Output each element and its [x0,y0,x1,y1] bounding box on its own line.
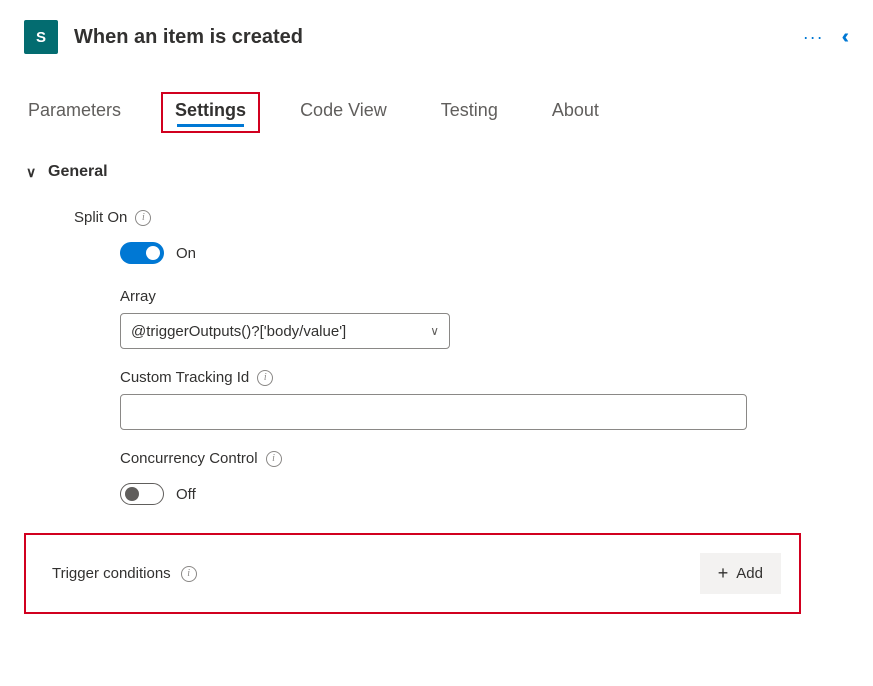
add-trigger-condition-button[interactable]: + Add [700,553,781,594]
card-title: When an item is created [74,26,803,49]
plus-icon: + [718,563,729,584]
chevron-down-icon: ∨ [430,324,439,338]
array-label: Array [120,288,156,305]
array-select[interactable]: @triggerOutputs()?['body/value'] ∨ [120,313,450,349]
general-section-header[interactable]: ∨ General [24,151,849,193]
info-icon[interactable]: i [181,566,197,582]
card-header: S When an item is created ··· ‹‹ [0,0,873,64]
tab-bar: Parameters Settings Code View Testing Ab… [0,64,873,133]
concurrency-label: Concurrency Control [120,450,258,467]
custom-tracking-input[interactable] [120,394,747,430]
general-title: General [48,163,108,181]
add-button-label: Add [736,565,763,582]
split-on-label: Split On [74,209,127,226]
tab-code-view[interactable]: Code View [286,92,401,133]
split-on-label-row: Split On i [74,199,849,234]
tab-parameters[interactable]: Parameters [14,92,135,133]
info-icon[interactable]: i [135,210,151,226]
chevron-down-icon: ∨ [26,164,40,181]
split-on-toggle[interactable] [120,242,164,264]
tab-settings[interactable]: Settings [161,92,260,133]
tab-testing[interactable]: Testing [427,92,512,133]
array-value: @triggerOutputs()?['body/value'] [131,323,346,340]
trigger-conditions-row: Trigger conditions i + Add [24,533,801,614]
more-icon[interactable]: ··· [803,28,824,46]
info-icon[interactable]: i [266,451,282,467]
concurrency-label-row: Concurrency Control i [74,440,849,475]
split-on-state: On [176,245,196,262]
trigger-conditions-label: Trigger conditions [52,565,171,582]
tab-about[interactable]: About [538,92,613,133]
trigger-conditions-label-row: Trigger conditions i [52,565,197,582]
sharepoint-icon: S [24,20,58,54]
concurrency-toggle-row: Off [74,475,849,519]
icon-letter: S [36,29,46,46]
custom-tracking-label: Custom Tracking Id [120,369,249,386]
collapse-icon[interactable]: ‹‹ [842,26,849,49]
split-on-toggle-row: On [74,234,849,278]
custom-tracking-label-row: Custom Tracking Id i [74,359,849,394]
settings-section: ∨ General Split On i On Array @triggerOu… [0,133,873,614]
concurrency-toggle[interactable] [120,483,164,505]
split-on-group: Split On i On Array @triggerOutputs()?['… [24,193,849,525]
concurrency-state: Off [176,486,196,503]
info-icon[interactable]: i [257,370,273,386]
header-actions: ··· ‹‹ [803,26,849,49]
array-label-row: Array [74,278,849,313]
